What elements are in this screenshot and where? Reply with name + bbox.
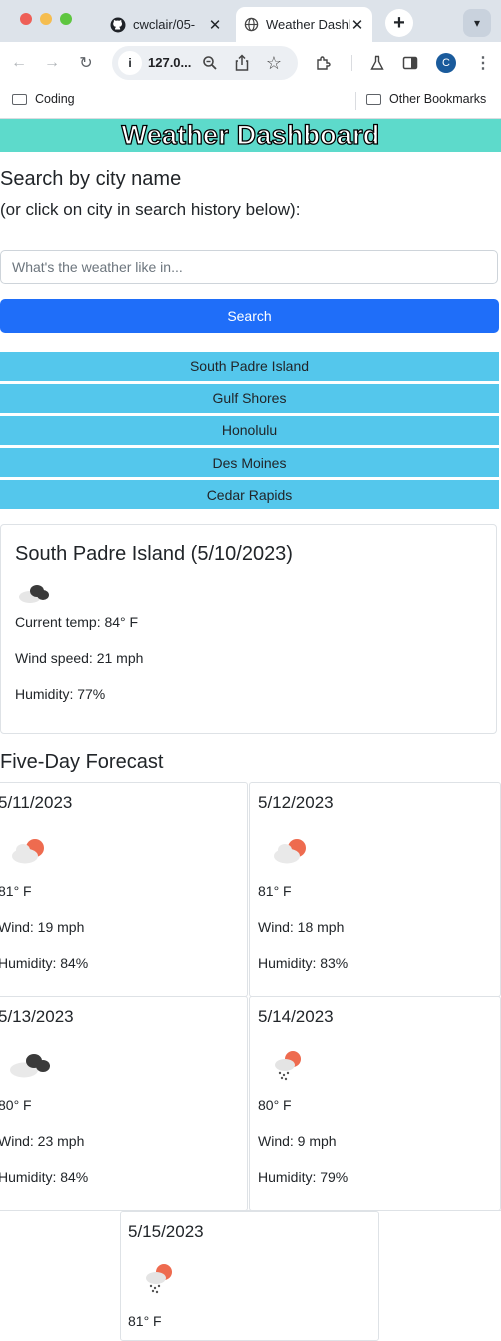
folder-icon [366, 93, 381, 105]
forecast-humidity: Humidity: 83% [258, 955, 349, 971]
forecast-humidity: Humidity: 84% [0, 1169, 89, 1185]
tab-label: Weather Dashboard [266, 17, 350, 32]
history-city-button[interactable]: Des Moines [0, 448, 499, 477]
forecast-card: 5/13/2023 80° F Wind: 23 mph Humidity: 8… [0, 996, 248, 1211]
search-history-list: South Padre Island Gulf Shores Honolulu … [0, 352, 499, 512]
close-tab-icon[interactable]: ✕ [350, 16, 364, 34]
tab-label: cwclair/05- [133, 17, 196, 32]
tab-github[interactable]: cwclair/05- ✕ [102, 7, 230, 42]
rain-sun-icon [275, 1051, 301, 1081]
zoom-icon[interactable] [197, 50, 223, 76]
bookmark-folder-coding[interactable]: Coding [12, 92, 75, 106]
browser-tab-bar: cwclair/05- ✕ Weather Dashboard ✕ + ▾ [0, 0, 501, 42]
forecast-card: 5/14/2023 80° F Wind: 9 mph Humidity: 79… [249, 996, 501, 1211]
partly-cloudy-icon [274, 839, 306, 864]
forecast-date: 5/13/2023 [0, 1007, 74, 1026]
forecast-date: 5/14/2023 [258, 1007, 334, 1026]
site-info-icon[interactable]: i [118, 51, 142, 75]
page-title: Weather Dashboard [121, 119, 380, 150]
forecast-card: 5/15/2023 81° F [120, 1211, 379, 1341]
bookmark-folder-other[interactable]: Other Bookmarks [366, 92, 486, 106]
folder-icon [12, 93, 27, 105]
forecast-temp: 81° F [0, 883, 32, 899]
search-button[interactable]: Search [0, 299, 499, 333]
share-icon[interactable] [229, 50, 255, 76]
toolbar-divider [351, 55, 352, 71]
bookmarks-divider [355, 92, 356, 110]
url-text: 127.0... [148, 55, 192, 70]
bookmark-star-icon[interactable]: ☆ [261, 50, 287, 76]
current-wind: Wind speed: 21 mph [15, 650, 144, 666]
forecast-date: 5/15/2023 [128, 1222, 204, 1241]
rain-sun-icon [146, 1264, 172, 1294]
cloudy-night-icon [19, 585, 49, 603]
history-city-button[interactable]: South Padre Island [0, 352, 499, 381]
tab-search-button[interactable]: ▾ [463, 9, 491, 37]
maximize-window-button[interactable] [60, 13, 72, 25]
history-city-button[interactable]: Honolulu [0, 416, 499, 445]
forecast-temp: 81° F [258, 883, 292, 899]
plus-icon: + [393, 11, 405, 34]
bookmarks-bar: Coding Other Bookmarks [0, 84, 501, 119]
forecast-card: 5/12/2023 81° F Wind: 18 mph Humidity: 8… [249, 782, 501, 997]
bookmark-label: Coding [35, 92, 75, 106]
profile-avatar[interactable]: C [436, 53, 456, 73]
forecast-card: 5/11/2023 81° F Wind: 19 mph Humidity: 8… [0, 782, 248, 997]
city-search-input[interactable] [0, 250, 498, 284]
minimize-window-button[interactable] [40, 13, 52, 25]
forecast-date: 5/11/2023 [0, 793, 73, 812]
forecast-temp: 81° F [128, 1313, 162, 1329]
close-tab-icon[interactable]: ✕ [208, 16, 222, 34]
forecast-wind: Wind: 18 mph [258, 919, 345, 935]
search-heading: Search by city name [0, 168, 182, 190]
forecast-wind: Wind: 19 mph [0, 919, 85, 935]
back-button[interactable]: ← [6, 50, 32, 76]
browser-toolbar: ← → ↻ i 127.0... ☆ C ⋮ [0, 42, 501, 84]
side-panel-icon[interactable] [397, 50, 423, 76]
close-window-button[interactable] [20, 13, 32, 25]
forecast-humidity: Humidity: 84% [0, 955, 89, 971]
forecast-temp: 80° F [258, 1097, 292, 1113]
chevron-down-icon: ▾ [473, 16, 481, 30]
history-city-button[interactable]: Gulf Shores [0, 384, 499, 413]
history-city-button[interactable]: Cedar Rapids [0, 480, 499, 509]
tab-weather-dashboard[interactable]: Weather Dashboard ✕ [236, 7, 372, 42]
github-icon [110, 17, 126, 32]
forecast-wind: Wind: 9 mph [258, 1133, 337, 1149]
forecast-temp: 80° F [0, 1097, 32, 1113]
partly-cloudy-icon [12, 839, 44, 864]
current-city-heading: South Padre Island (5/10/2023) [15, 543, 293, 565]
bookmark-label: Other Bookmarks [389, 92, 487, 106]
new-tab-button[interactable]: + [385, 9, 413, 37]
search-subheading: (or click on city in search history belo… [0, 200, 301, 219]
browser-menu-icon[interactable]: ⋮ [470, 50, 496, 76]
page-header: Weather Dashboard [0, 119, 501, 152]
forecast-humidity: Humidity: 79% [258, 1169, 349, 1185]
labs-flask-icon[interactable] [364, 50, 390, 76]
extensions-icon[interactable] [311, 50, 337, 76]
globe-icon [244, 17, 259, 32]
current-temp: Current temp: 84° F [15, 614, 139, 630]
forward-button[interactable]: → [39, 50, 65, 76]
current-weather-card: South Padre Island (5/10/2023) Current t… [0, 524, 497, 734]
forecast-heading: Five-Day Forecast [0, 751, 164, 773]
reload-button[interactable]: ↻ [73, 50, 99, 76]
forecast-wind: Wind: 23 mph [0, 1133, 85, 1149]
current-humidity: Humidity: 77% [15, 686, 106, 702]
forecast-date: 5/12/2023 [258, 793, 334, 812]
cloudy-icon [10, 1054, 50, 1078]
